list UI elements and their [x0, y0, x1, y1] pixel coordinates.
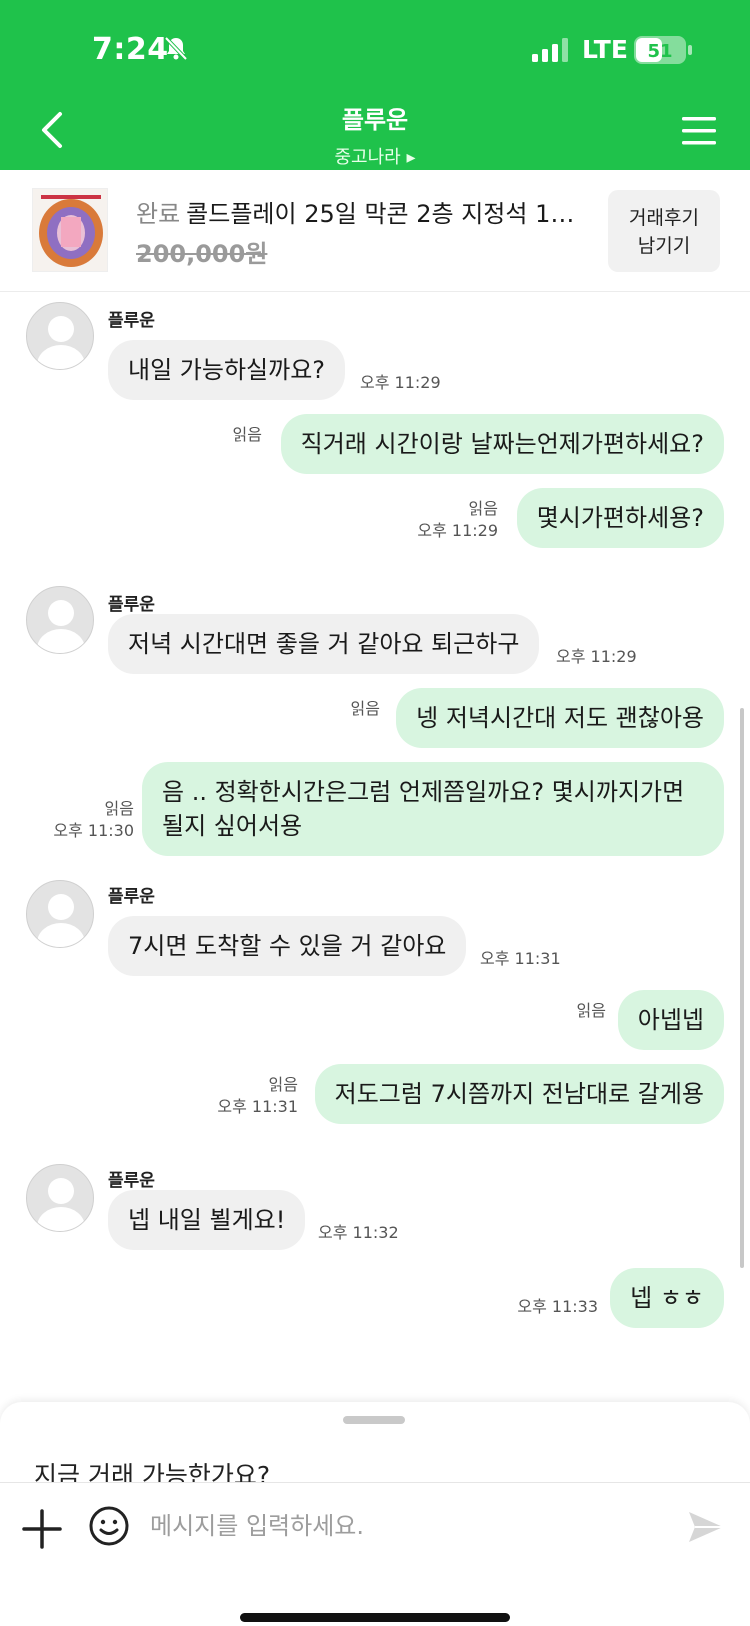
product-price: 200,000원 — [136, 240, 268, 268]
outgoing-message[interactable]: 음 .. 정확한시간은그럼 언제쯤일까요? 몇시까지가면 될지 싶어서용 — [142, 762, 724, 856]
read-receipt: 읽음 — [576, 1001, 606, 1020]
battery-icon: 51 — [634, 36, 692, 64]
message-time: 오후 11:29 — [417, 521, 498, 540]
product-title-line: 완료 콜드플레이 25일 막콘 2층 지정석 1… — [136, 194, 576, 229]
chat-scrollbar[interactable] — [740, 708, 744, 1268]
incoming-message[interactable]: 7시면 도착할 수 있을 거 같아요 — [108, 916, 467, 976]
avatar[interactable] — [26, 586, 94, 654]
deal-status: 완료 — [136, 200, 181, 228]
avatar[interactable] — [26, 1164, 94, 1232]
outgoing-message[interactable]: 넵 ㅎㅎ — [610, 1268, 724, 1328]
outgoing-message[interactable]: 직거래 시간이랑 날짜는언제가편하세요? — [280, 414, 724, 474]
incoming-message[interactable]: 내일 가능하실까요? — [108, 340, 346, 400]
home-indicator — [240, 1613, 510, 1622]
review-button-line-2: 남기기 — [637, 235, 691, 257]
sender-name: 플루운 — [108, 1171, 155, 1191]
chat-area[interactable]: 플루운 내일 가능하실까요? 오후 11:29 읽음 직거래 시간이랑 날짜는언… — [0, 292, 750, 1402]
quick-reply-panel: 지금 거래 가능한가요? — [0, 1402, 750, 1482]
outgoing-message[interactable]: 저도그럼 7시쯤까지 전남대로 갈게용 — [314, 1064, 724, 1124]
incoming-message[interactable]: 넵 내일 뵐게요! — [108, 1190, 306, 1250]
app-header: 7:24 LTE 51 플루운 중고나라 ▸ — [0, 0, 750, 170]
avatar[interactable] — [26, 880, 94, 948]
read-receipt: 읽음 — [468, 499, 498, 518]
drag-handle[interactable] — [343, 1416, 405, 1424]
quick-reply-suggestion[interactable]: 지금 거래 가능한가요? — [34, 1456, 270, 1482]
signal-icon — [532, 38, 568, 62]
status-time: 7:24 — [92, 32, 169, 67]
read-receipt: 읽음 — [350, 699, 380, 718]
platform-link[interactable]: 중고나라 ▸ — [0, 143, 750, 169]
product-title: 콜드플레이 25일 막콘 2층 지정석 1… — [186, 200, 575, 228]
review-button-line-1: 거래후기 — [629, 207, 699, 229]
outgoing-message[interactable]: 몇시가편하세용? — [516, 488, 724, 548]
write-review-button[interactable]: 거래후기 남기기 — [608, 190, 720, 272]
message-time: 오후 11:31 — [480, 949, 561, 968]
message-time: 오후 11:33 — [517, 1297, 598, 1316]
message-time: 오후 11:29 — [360, 373, 441, 392]
emoji-icon[interactable] — [88, 1505, 130, 1547]
network-label: LTE — [582, 35, 628, 64]
outgoing-message[interactable]: 아넵넵 — [617, 990, 724, 1050]
menu-icon[interactable] — [682, 116, 716, 146]
read-receipt: 읽음 — [268, 1075, 298, 1094]
read-receipt: 읽음 — [104, 799, 134, 818]
sender-name: 플루운 — [108, 887, 155, 907]
message-time: 오후 11:31 — [217, 1097, 298, 1116]
message-input[interactable] — [150, 1501, 650, 1551]
message-time: 오후 11:29 — [556, 647, 637, 666]
sender-name: 플루운 — [108, 311, 155, 331]
battery-level: 51 — [647, 41, 672, 62]
product-summary[interactable]: 완료 콜드플레이 25일 막콘 2층 지정석 1… 200,000원 거래후기 남… — [0, 170, 750, 292]
message-time: 오후 11:30 — [53, 821, 134, 840]
avatar[interactable] — [26, 302, 94, 370]
chat-title-block: 플루운 중고나라 ▸ — [0, 100, 750, 169]
product-thumbnail — [32, 188, 108, 272]
sender-name: 플루운 — [108, 595, 155, 615]
plus-icon[interactable] — [22, 1509, 62, 1549]
outgoing-message[interactable]: 넹 저녁시간대 저도 괜찮아용 — [396, 688, 724, 748]
bell-off-icon — [164, 36, 188, 61]
read-receipt: 읽음 — [232, 425, 262, 444]
message-time: 오후 11:32 — [318, 1223, 399, 1242]
incoming-message[interactable]: 저녁 시간대면 좋을 거 같아요 퇴근하구 — [108, 614, 540, 674]
message-composer — [0, 1482, 750, 1626]
chat-title: 플루운 — [341, 106, 409, 134]
send-icon[interactable] — [686, 1507, 726, 1547]
